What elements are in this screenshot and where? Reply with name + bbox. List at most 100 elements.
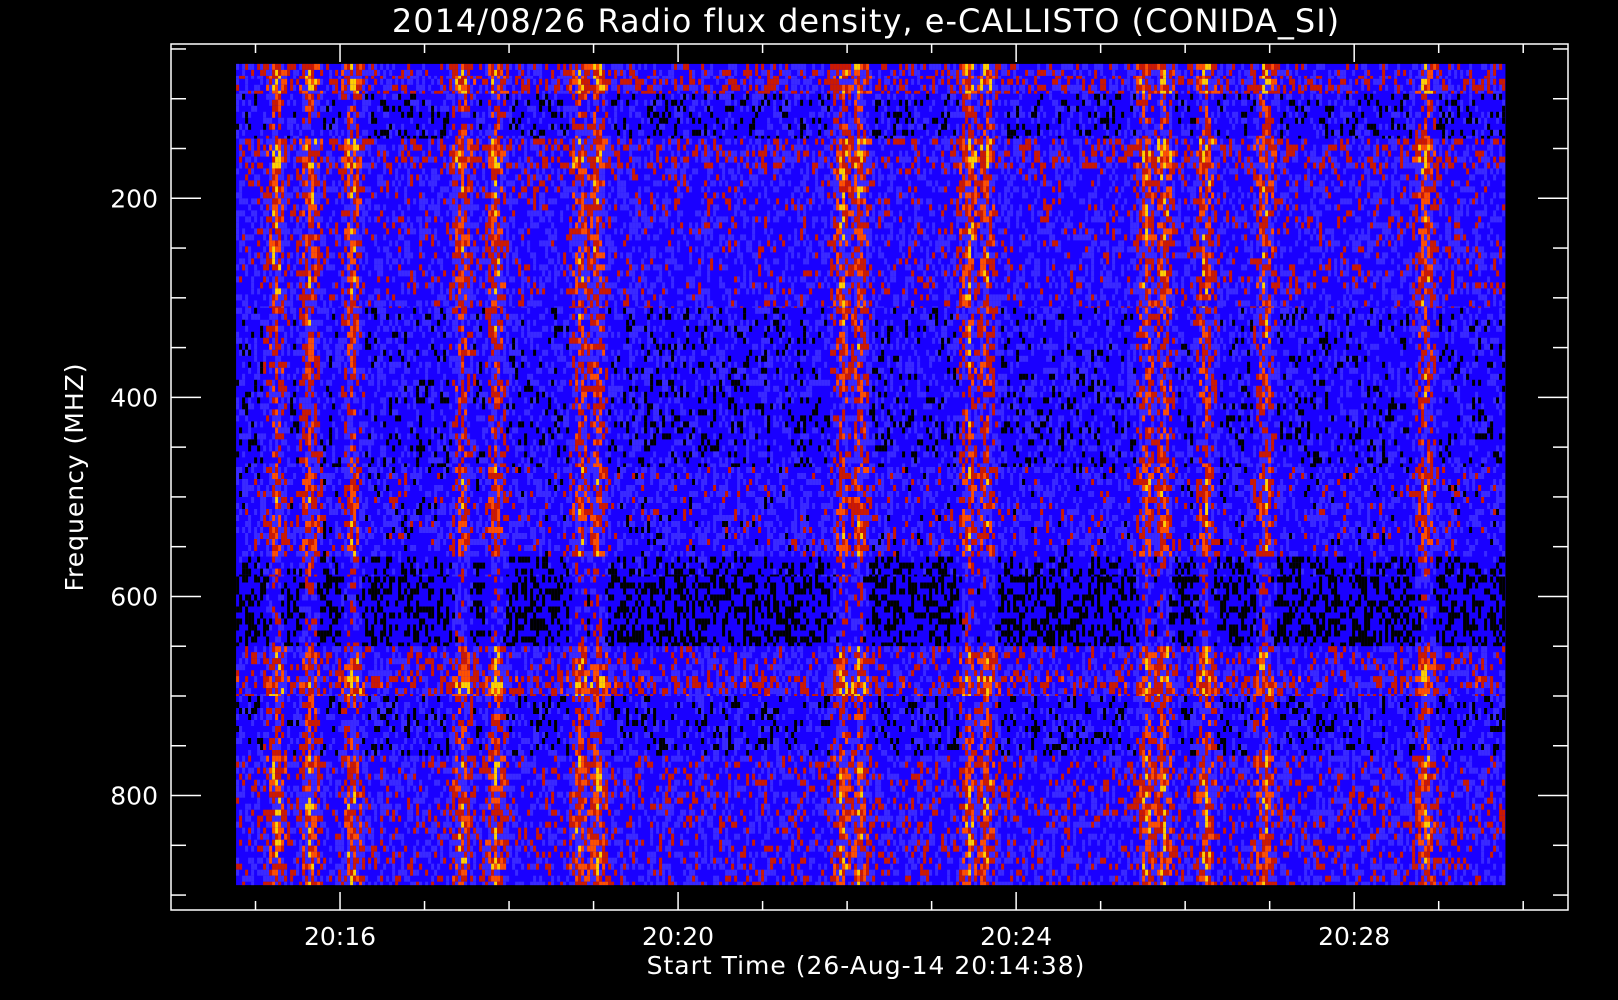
heatmap-cell — [473, 79, 476, 85]
heatmap-cell — [293, 157, 296, 163]
heatmap-cell — [1481, 157, 1484, 163]
heatmap-cell — [698, 112, 701, 118]
heatmap-cell — [464, 106, 467, 112]
heatmap-cell — [389, 163, 392, 169]
heatmap-cell — [740, 100, 743, 106]
heatmap-cell — [599, 139, 602, 145]
heatmap-cell — [899, 70, 902, 76]
heatmap-cell — [971, 151, 974, 157]
heatmap-cell — [470, 163, 473, 169]
heatmap-cell — [953, 157, 956, 163]
heatmap-cell — [1283, 91, 1286, 94]
heatmap-cell — [446, 168, 449, 174]
heatmap-cell — [458, 130, 461, 136]
heatmap-cell — [266, 79, 269, 85]
heatmap-cell — [944, 100, 947, 106]
heatmap-cell — [809, 100, 812, 106]
heatmap-cell — [1490, 76, 1493, 79]
heatmap-cell — [845, 124, 848, 130]
heatmap-cell — [1130, 151, 1133, 157]
heatmap-cell — [848, 64, 851, 70]
heatmap-cell — [857, 79, 860, 85]
heatmap-cell — [1058, 136, 1061, 139]
heatmap-cell — [308, 118, 311, 124]
heatmap-cell — [593, 79, 596, 85]
heatmap-cell — [794, 118, 797, 124]
heatmap-cell — [578, 112, 581, 118]
heatmap-cell — [728, 112, 731, 118]
heatmap-cell — [602, 151, 605, 157]
heatmap-cell — [971, 145, 974, 151]
heatmap-cell — [1217, 157, 1220, 163]
heatmap-cell — [1169, 70, 1172, 76]
heatmap-cell — [1298, 85, 1301, 91]
heatmap-cell — [290, 145, 293, 151]
heatmap-cell — [1136, 64, 1139, 70]
heatmap-cell — [1253, 136, 1256, 139]
heatmap-cell — [872, 130, 875, 136]
heatmap-cell — [1436, 70, 1439, 76]
heatmap-cell — [1349, 112, 1352, 118]
heatmap-cell — [431, 136, 434, 139]
heatmap-cell — [377, 157, 380, 163]
heatmap-cell — [836, 174, 839, 180]
heatmap-cell — [668, 145, 671, 151]
heatmap-cell — [1103, 118, 1106, 124]
heatmap-cell — [722, 85, 725, 91]
heatmap-cell — [482, 118, 485, 124]
heatmap-cell — [830, 130, 833, 136]
heatmap-cell — [572, 94, 575, 100]
heatmap-cell — [497, 106, 500, 112]
heatmap-cell — [902, 157, 905, 163]
heatmap-cell — [509, 145, 512, 151]
heatmap-cell — [1355, 79, 1358, 85]
heatmap-cell — [587, 145, 590, 151]
heatmap-cell — [1223, 145, 1226, 151]
heatmap-cell — [299, 145, 302, 151]
heatmap-cell — [1115, 174, 1118, 180]
heatmap-cell — [719, 91, 722, 94]
heatmap-cell — [443, 124, 446, 130]
heatmap-cell — [1001, 64, 1004, 70]
heatmap-cell — [251, 106, 254, 112]
heatmap-cell — [944, 163, 947, 169]
heatmap-cell — [1067, 163, 1070, 169]
heatmap-cell — [1415, 112, 1418, 118]
heatmap-cell — [584, 139, 587, 145]
heatmap-cell — [1394, 163, 1397, 169]
heatmap-cell — [557, 139, 560, 145]
heatmap-cell — [944, 124, 947, 130]
heatmap-cell — [842, 94, 845, 100]
heatmap-cell — [1385, 76, 1388, 79]
heatmap-cell — [260, 64, 263, 70]
heatmap-cell — [404, 100, 407, 106]
heatmap-cell — [713, 76, 716, 79]
heatmap-cell — [854, 85, 857, 91]
heatmap-cell — [1262, 64, 1265, 70]
heatmap-cell — [434, 168, 437, 174]
heatmap-cell — [968, 94, 971, 100]
heatmap-cell — [1259, 112, 1262, 118]
heatmap-cell — [1199, 118, 1202, 124]
heatmap-cell — [1019, 145, 1022, 151]
heatmap-cell — [1286, 130, 1289, 136]
heatmap-cell — [1145, 130, 1148, 136]
heatmap-cell — [908, 168, 911, 174]
heatmap-cell — [1379, 124, 1382, 130]
heatmap-cell — [1406, 94, 1409, 100]
heatmap-cell — [644, 157, 647, 163]
heatmap-cell — [452, 151, 455, 157]
heatmap-cell — [1379, 112, 1382, 118]
heatmap-cell — [779, 174, 782, 180]
heatmap-cell — [1502, 100, 1505, 106]
heatmap-cell — [1259, 145, 1262, 151]
heatmap-cell — [542, 136, 545, 139]
heatmap-cell — [311, 180, 314, 186]
heatmap-cell — [710, 64, 713, 70]
heatmap-cell — [986, 70, 989, 76]
heatmap-cell — [1136, 139, 1139, 145]
heatmap-cell — [734, 64, 737, 70]
heatmap-cell — [968, 91, 971, 94]
heatmap-cell — [851, 76, 854, 79]
heatmap-cell — [1334, 145, 1337, 151]
